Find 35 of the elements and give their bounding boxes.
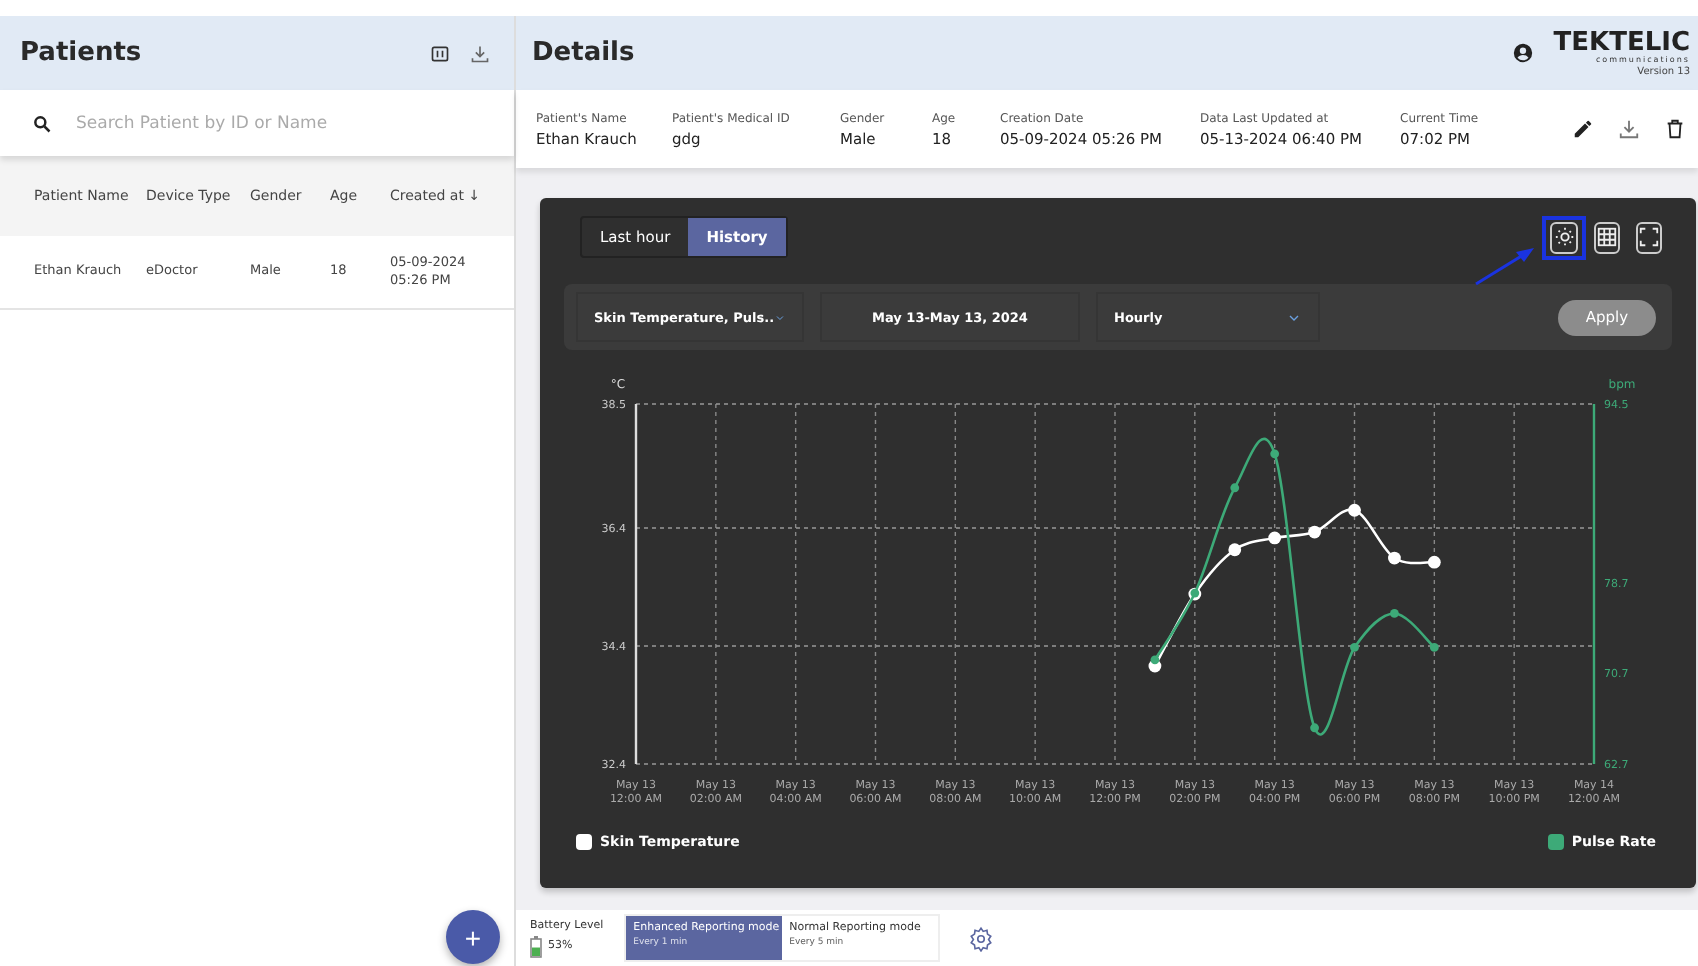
point — [1350, 643, 1359, 652]
search-input[interactable]: Search Patient by ID or Name — [72, 111, 482, 135]
search-icon — [32, 113, 52, 133]
point — [1348, 503, 1361, 517]
brand-logo: TEKTELIC — [1553, 29, 1690, 55]
panel-title: Patients — [20, 38, 144, 68]
point — [1310, 723, 1319, 733]
point — [1270, 449, 1280, 459]
panel-title: Details — [532, 38, 637, 68]
point — [1388, 551, 1401, 565]
battery-icon — [530, 935, 542, 957]
download-icon — [1618, 118, 1640, 140]
table-button[interactable] — [1590, 221, 1622, 253]
point — [1268, 531, 1282, 545]
point — [1230, 483, 1240, 493]
edit-icon — [1572, 118, 1594, 140]
columns-icon — [430, 43, 450, 63]
settings-icon — [1553, 226, 1575, 248]
point — [1427, 555, 1441, 569]
search-field[interactable]: Search Patient by ID or Name — [0, 90, 514, 156]
download-icon — [470, 43, 490, 63]
add-button[interactable]: + — [446, 910, 500, 964]
point — [1390, 609, 1399, 618]
point — [1150, 655, 1160, 665]
point — [1228, 543, 1242, 557]
trash-icon — [1664, 118, 1686, 140]
table-icon — [1595, 226, 1617, 248]
settings-button[interactable] — [1542, 215, 1586, 259]
account-icon — [1511, 42, 1534, 64]
point — [1308, 525, 1321, 539]
settings-icon — [967, 925, 994, 951]
point — [1429, 643, 1439, 652]
fullscreen-button[interactable] — [1632, 221, 1664, 253]
fullscreen-icon — [1637, 226, 1659, 248]
pointer-arrow — [1472, 243, 1540, 287]
